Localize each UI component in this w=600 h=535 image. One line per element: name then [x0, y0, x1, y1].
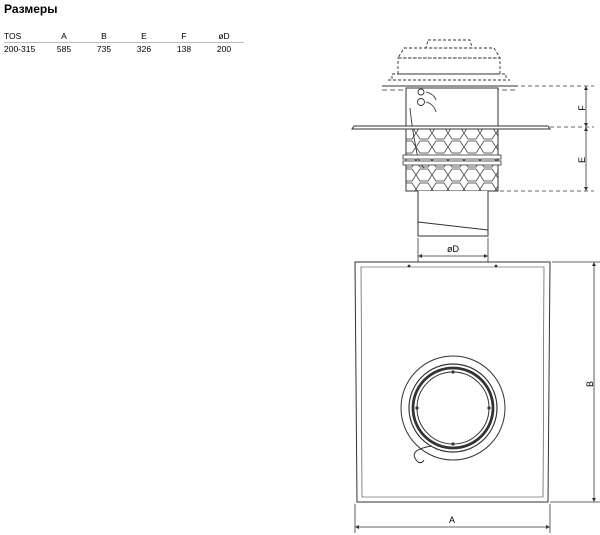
dim-b-label: B	[585, 381, 595, 387]
dim-e-label: E	[577, 157, 587, 163]
dimension-f-e	[500, 85, 594, 192]
upper-housing	[405, 87, 499, 127]
fan-cap-dashed	[388, 39, 510, 81]
duct-opening	[400, 355, 506, 461]
clamp-band	[402, 154, 502, 160]
technical-drawing: F E øD B A	[351, 39, 600, 533]
dim-f-label: F	[577, 105, 587, 111]
dim-a-label: A	[449, 515, 455, 525]
dim-d-label: øD	[447, 244, 459, 254]
fixing-hole	[407, 264, 411, 268]
fixing-hole	[494, 264, 498, 268]
insulation-section	[405, 128, 499, 192]
clamp-band	[402, 160, 502, 166]
